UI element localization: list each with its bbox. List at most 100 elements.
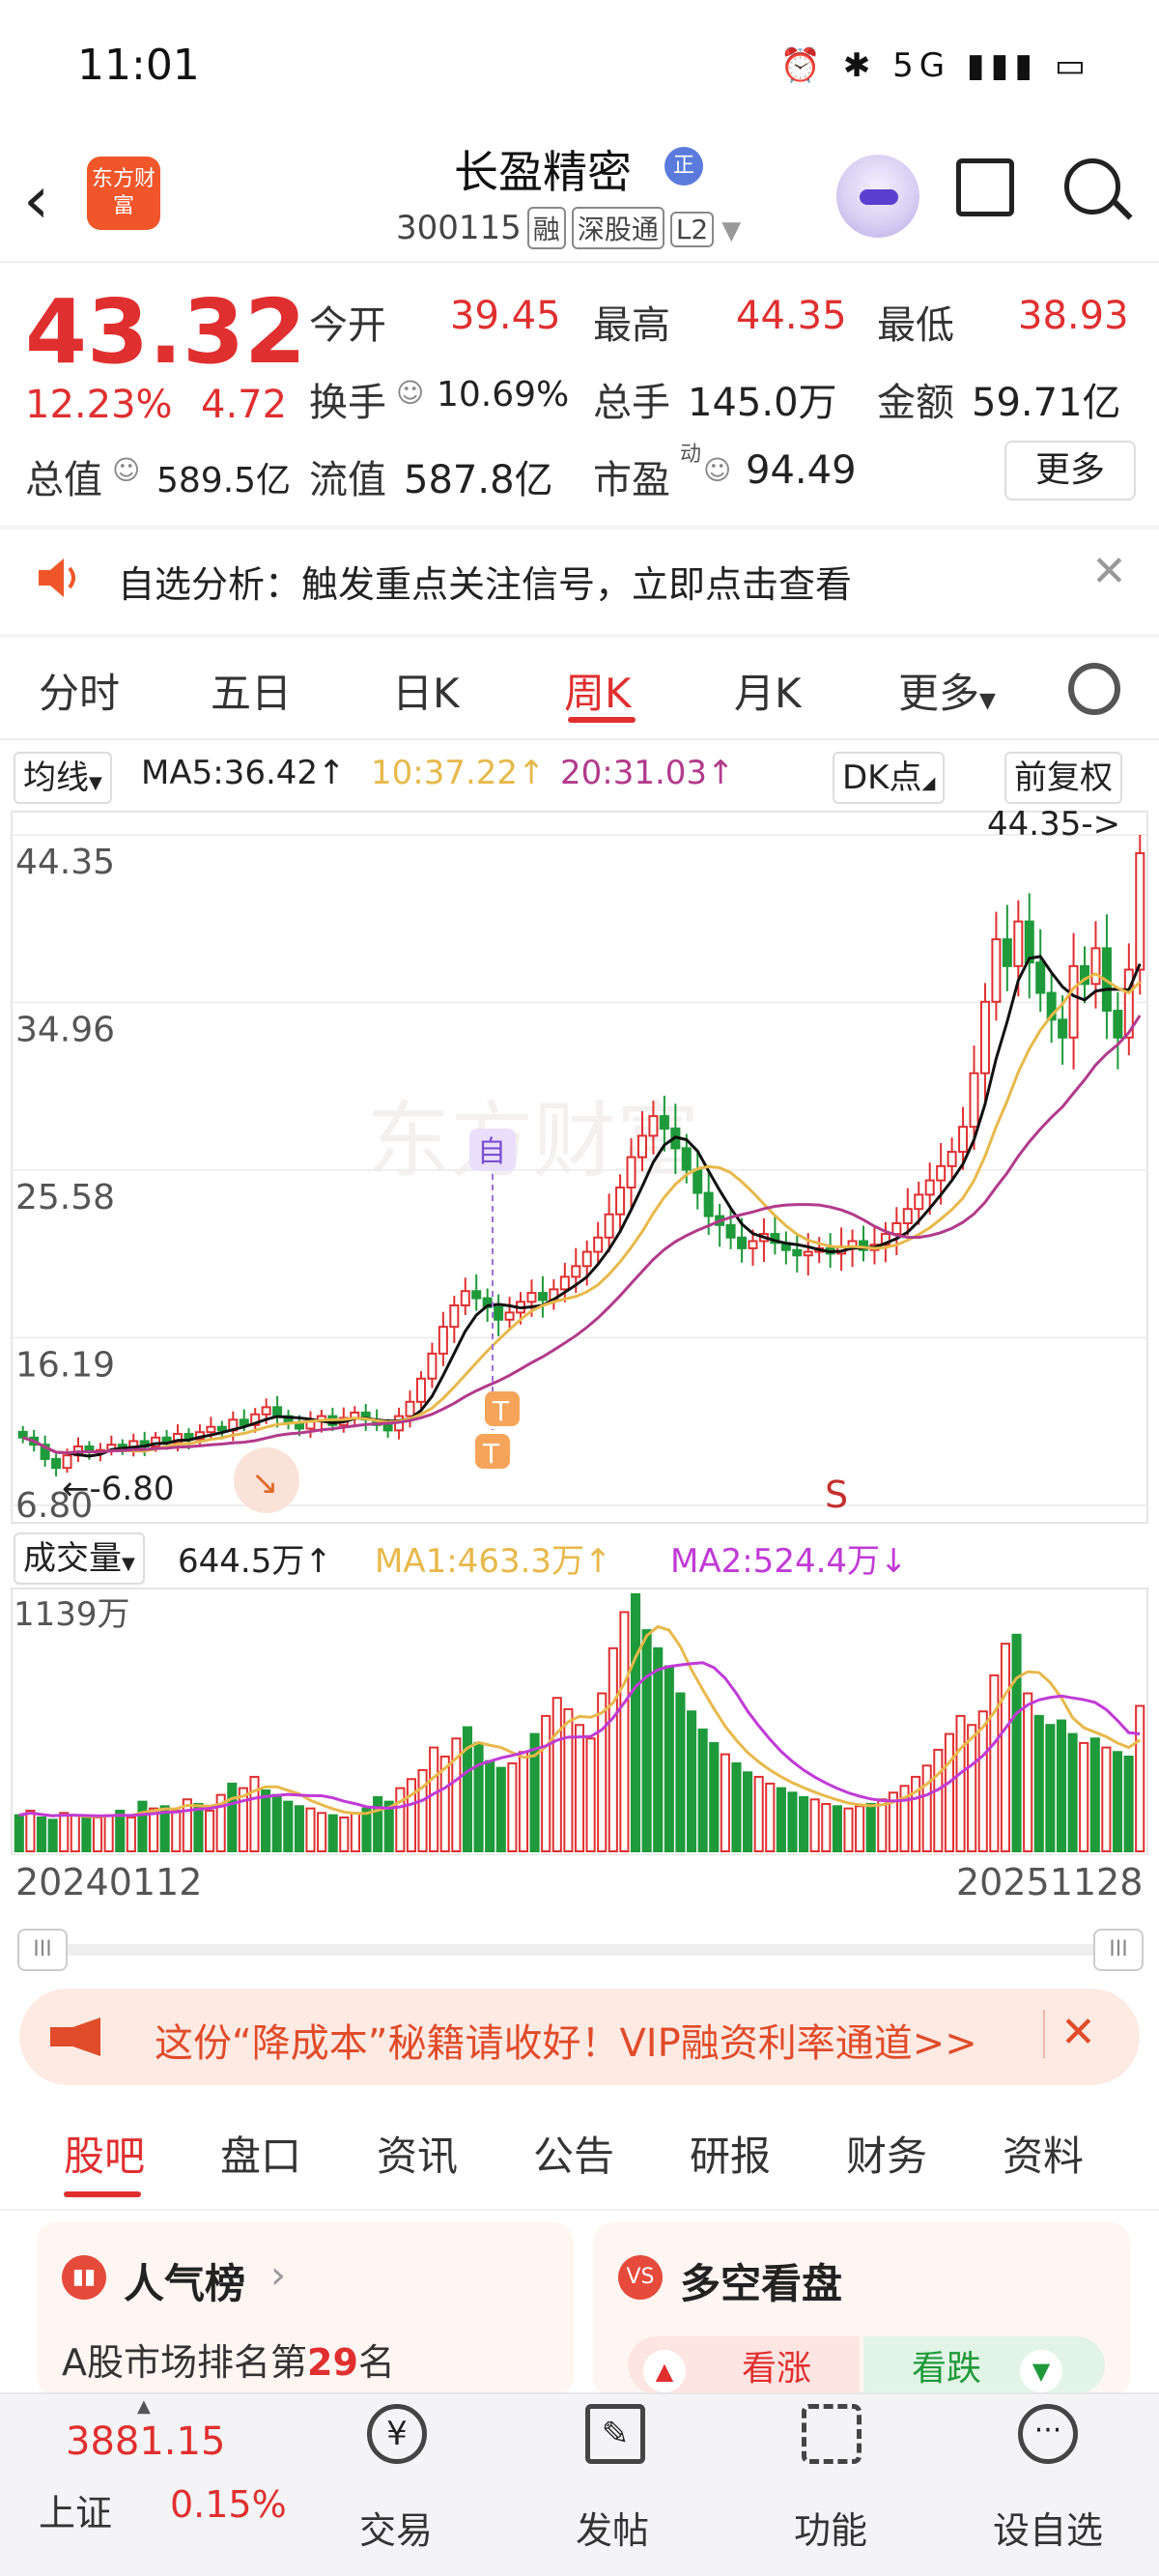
chevron-right-icon[interactable]: › [270,2253,286,2298]
tab-announcements[interactable]: 公告 [533,2124,614,2183]
candle-body [427,1352,438,1380]
dk-points-button[interactable]: DK点◢ [833,752,946,804]
kline-chart[interactable]: 东方财富 44.3534.9625.5816.196.80 44.35-> ←-… [0,802,1159,1536]
more-dots-icon[interactable]: ··· [1018,2404,1078,2464]
nav-add-watchlist[interactable]: 设自选 [993,2501,1103,2554]
candle-body [1090,947,1101,986]
tab-forum[interactable]: 股吧 [64,2124,145,2183]
rank-number: 29 [307,2341,358,2384]
tab-research[interactable]: 研报 [690,2124,771,2183]
tab-daily-k[interactable]: 日K [392,661,460,720]
candle-body [559,1275,570,1291]
volume-bar [641,1629,652,1853]
volume-bar [373,1795,383,1853]
candle-body [405,1400,415,1417]
volume-bar [709,1741,720,1853]
bear-button[interactable] [863,2336,1105,2394]
nav-functions[interactable]: 功能 [794,2501,867,2554]
assistant-visor [860,189,898,205]
volume-bar [137,1800,148,1852]
stock-code: 300115 [396,209,522,247]
volume-bar [821,1802,832,1853]
chevron-down-icon[interactable]: ▼ [721,216,741,245]
tab-news[interactable]: 资讯 [377,2124,458,2183]
volume-bar [921,1764,932,1853]
volume-bar [249,1775,260,1853]
bear-label: 看跌 [912,2349,982,2389]
volume-bar [843,1807,854,1853]
candle-body [239,1418,249,1426]
tag-margin: 融 [526,207,566,249]
change-amount: 4.72 [201,383,288,427]
volume-bar [36,1816,47,1852]
back-arrow-icon[interactable]: ‹ [23,162,49,239]
search-icon-handle [1112,199,1133,220]
volume-selector[interactable]: 成交量▼ [14,1532,145,1585]
volume-chart[interactable]: 1139万 [0,1585,1159,1855]
share-icon[interactable] [956,158,1014,216]
candle-body [891,1221,902,1236]
ma-selector[interactable]: 均线▼ [14,752,112,804]
index-value[interactable]: 3881.15 [66,2419,225,2464]
range-handle-right[interactable]: III [1093,1929,1144,1971]
app-logo[interactable]: 东方财富 [87,157,160,230]
x-end-date: 20251128 [956,1861,1144,1903]
candle-body [1002,938,1012,967]
tab-five-day[interactable]: 五日 [211,661,292,720]
volume-bar [574,1724,585,1852]
more-button[interactable]: 更多 [1004,441,1136,501]
tab-intraday[interactable]: 分时 [39,661,120,720]
search-icon[interactable] [1064,158,1120,215]
ma5-value: MA5:36.42↑ [141,754,346,792]
candle-body [62,1454,72,1470]
ma5-line [22,955,1142,1458]
volume-bar [305,1807,316,1853]
volume-bar [944,1732,954,1852]
close-icon[interactable]: ✕ [1091,547,1127,596]
alert-banner[interactable]: 自选分析：触发重点关注信号，立即点击查看 [118,555,852,608]
tab-weekly-k[interactable]: 周K [564,661,632,720]
promo-text[interactable]: 这份“降成本”秘籍请收好！VIP融资利率通道>> [155,2012,977,2068]
adjust-button[interactable]: 前复权 [1004,752,1122,804]
nav-post[interactable]: 发帖 [576,2501,649,2554]
info-icon[interactable]: ☺ [112,454,140,486]
candle-body [748,1240,758,1249]
tab-monthly-k[interactable]: 月K [734,661,802,720]
tab-financials[interactable]: 财务 [846,2124,927,2183]
nav-trade[interactable]: 交易 [359,2501,433,2554]
pe-superscript: 动 [680,443,702,467]
volume-bar [1067,1732,1078,1852]
info-icon[interactable]: ☺ [396,377,424,409]
candle-body [693,1168,703,1194]
volume-bar [115,1809,126,1852]
volume-bar [495,1766,506,1852]
yen-trade-icon[interactable]: ¥ [367,2404,427,2464]
range-scroller[interactable] [19,1944,1140,1956]
marker-t2: T [482,1438,500,1470]
grid-functions-icon[interactable] [802,2404,862,2464]
gear-icon[interactable] [1068,663,1120,715]
volume-bar [697,1728,708,1852]
close-icon[interactable]: ✕ [1060,2008,1096,2057]
info-icon[interactable]: ☺ [703,454,731,486]
candle-body [914,1193,924,1211]
candle-body [659,1115,669,1131]
low-value: 38.93 [1018,294,1129,338]
tabs-divider [0,738,1159,740]
range-handle-left[interactable]: III [17,1929,68,1971]
candle-body [272,1406,283,1417]
candle-body [1013,920,1024,967]
marker-self: 自 [477,1135,506,1169]
tab-more[interactable]: 更多▼ [898,661,996,720]
volume-bar [720,1753,730,1853]
turnover-value: 10.69% [437,375,570,415]
volume-bar [955,1714,966,1852]
status-icons: ⏰ ✱ 5G ▮▮▮ ▭ [779,46,1091,85]
tab-orderbook[interactable]: 盘口 [220,2124,301,2183]
volume-bar [103,1814,114,1853]
pencil-post-icon[interactable]: ✎ [585,2404,645,2464]
candle-body [494,1305,504,1321]
tab-profile[interactable]: 资料 [1003,2124,1084,2183]
volume-bar [1079,1741,1089,1853]
pe-label: 市盈 [593,458,670,502]
